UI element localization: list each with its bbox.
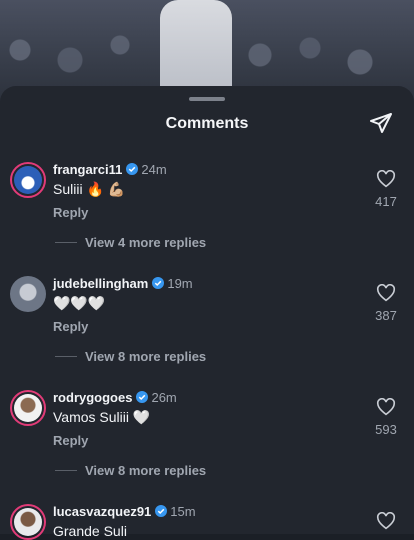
sheet-grabber-handle[interactable]	[189, 97, 225, 101]
comment-time: 19m	[167, 276, 193, 291]
comment-text: 🤍🤍🤍	[53, 295, 106, 311]
avatar[interactable]	[10, 390, 46, 426]
comment-text: Grande Suli	[53, 523, 127, 539]
like-count: 593	[375, 422, 397, 437]
heart-icon[interactable]	[376, 512, 396, 530]
reply-button[interactable]: Reply	[53, 205, 88, 220]
comment-username[interactable]: frangarci11	[53, 162, 122, 177]
view-more-replies-label: View 8 more replies	[85, 463, 207, 478]
comment-username[interactable]: rodrygogoes	[53, 390, 132, 405]
verified-badge-icon	[155, 505, 168, 517]
sheet-title: Comments	[165, 115, 249, 132]
comment-text: Suliii 🔥 💪🏼	[53, 181, 126, 197]
avatar[interactable]	[10, 504, 46, 540]
heart-icon[interactable]	[376, 398, 396, 416]
comment-text: Vamos Suliii 🤍	[53, 409, 151, 425]
comments-sheet: Comments frangarci11 24m Suliii 🔥 💪🏼 Repl…	[0, 86, 414, 540]
reply-button[interactable]: Reply	[53, 319, 88, 334]
heart-icon[interactable]	[376, 170, 396, 188]
reply-button[interactable]: Reply	[53, 433, 88, 448]
like-count: 387	[375, 308, 397, 323]
avatar[interactable]	[10, 276, 46, 312]
avatar[interactable]	[10, 162, 46, 198]
heart-icon[interactable]	[376, 284, 396, 302]
view-more-replies-label: View 8 more replies	[85, 349, 207, 364]
view-more-replies-label: View 4 more replies	[85, 235, 207, 250]
send-icon[interactable]	[369, 111, 393, 135]
comment-time: 15m	[170, 504, 196, 519]
comment-time: 24m	[141, 162, 167, 177]
view-more-replies-button[interactable]: View 8 more replies	[55, 463, 206, 478]
like-count: 417	[375, 194, 397, 209]
view-more-replies-button[interactable]: View 4 more replies	[55, 235, 206, 250]
comment-username[interactable]: judebellingham	[53, 276, 148, 291]
view-more-replies-button[interactable]: View 8 more replies	[55, 349, 206, 364]
verified-badge-icon	[126, 163, 139, 175]
verified-badge-icon	[136, 391, 149, 403]
player-image	[160, 0, 232, 100]
verified-badge-icon	[152, 277, 165, 289]
comment-username[interactable]: lucasvazquez91	[53, 504, 151, 519]
comment-time: 26m	[151, 390, 177, 405]
